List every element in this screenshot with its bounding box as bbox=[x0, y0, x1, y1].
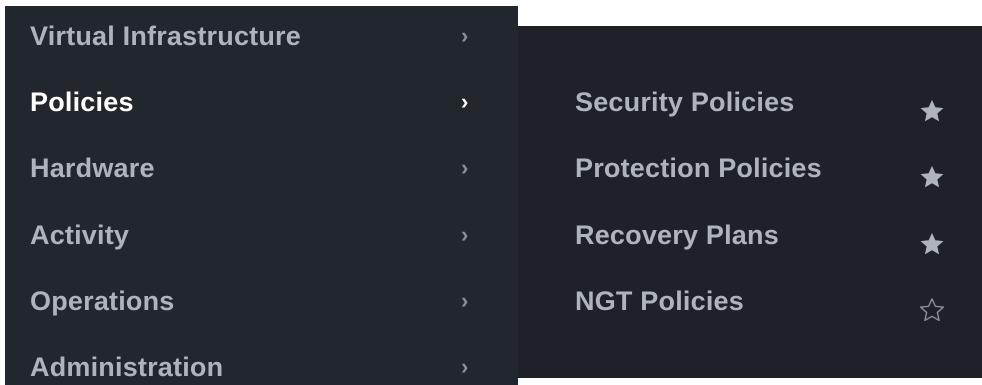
menu-item-hardware[interactable]: Hardware › bbox=[5, 135, 518, 201]
menu-item-label: Virtual Infrastructure bbox=[30, 20, 301, 51]
chevron-right-icon: › bbox=[461, 288, 469, 313]
submenu-item-label: NGT Policies bbox=[575, 286, 744, 316]
submenu-item-ngt-policies[interactable]: NGT Policies bbox=[518, 268, 982, 334]
submenu-item-label: Security Policies bbox=[575, 87, 795, 117]
policies-submenu: Security Policies Protection Policies Re… bbox=[518, 26, 982, 378]
menu-item-policies[interactable]: Policies › bbox=[5, 69, 518, 135]
menu-item-virtual-infrastructure[interactable]: Virtual Infrastructure › bbox=[5, 6, 518, 69]
menu-item-label: Administration bbox=[30, 351, 224, 382]
star-outline-icon[interactable] bbox=[918, 296, 946, 324]
navigation-flyout: Virtual Infrastructure › Policies › Hard… bbox=[0, 0, 982, 385]
main-nav-menu: Virtual Infrastructure › Policies › Hard… bbox=[5, 6, 518, 385]
chevron-right-icon: › bbox=[461, 354, 469, 379]
menu-item-label: Activity bbox=[30, 219, 130, 250]
chevron-right-icon: › bbox=[461, 222, 469, 247]
star-filled-icon[interactable] bbox=[918, 230, 946, 258]
chevron-right-icon: › bbox=[461, 155, 469, 180]
submenu-item-label: Recovery Plans bbox=[575, 220, 779, 250]
menu-item-label: Operations bbox=[30, 285, 175, 316]
menu-item-activity[interactable]: Activity › bbox=[5, 202, 518, 268]
menu-item-label: Hardware bbox=[30, 152, 155, 183]
star-filled-icon[interactable] bbox=[918, 163, 946, 191]
submenu-item-label: Protection Policies bbox=[575, 153, 822, 183]
submenu-item-security-policies[interactable]: Security Policies bbox=[518, 69, 982, 135]
menu-item-label: Policies bbox=[30, 86, 134, 117]
menu-item-administration[interactable]: Administration › bbox=[5, 334, 518, 385]
submenu-item-protection-policies[interactable]: Protection Policies bbox=[518, 135, 982, 201]
menu-item-operations[interactable]: Operations › bbox=[5, 268, 518, 334]
chevron-right-icon: › bbox=[461, 89, 469, 114]
star-filled-icon[interactable] bbox=[918, 97, 946, 125]
submenu-item-recovery-plans[interactable]: Recovery Plans bbox=[518, 202, 982, 268]
chevron-right-icon: › bbox=[461, 23, 469, 48]
